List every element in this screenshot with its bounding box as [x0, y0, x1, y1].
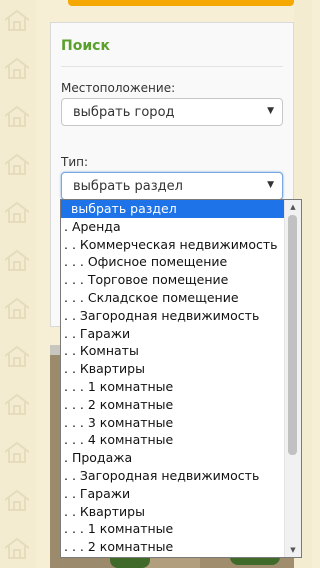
dropdown-option[interactable]: . . Комнаты — [61, 342, 301, 360]
dropdown-option[interactable]: . . Квартиры — [61, 503, 301, 521]
house-icon — [2, 56, 32, 80]
top-button[interactable] — [68, 0, 294, 6]
type-select[interactable]: выбрать раздел ▼ — [61, 172, 283, 200]
location-label: Местоположение: — [61, 81, 176, 95]
house-icon — [2, 152, 32, 176]
dropdown-option[interactable]: . . . Торговое помещение — [61, 271, 301, 289]
house-icon — [2, 8, 32, 32]
house-icon — [2, 248, 32, 272]
house-icon — [2, 104, 32, 128]
scroll-up-icon[interactable]: ▲ — [285, 200, 301, 214]
panel-title: Поиск — [61, 38, 110, 54]
dropdown-option[interactable]: . . Коммерческая недвижимость — [61, 236, 301, 254]
house-icon — [2, 536, 32, 560]
chevron-down-icon: ▼ — [267, 106, 274, 116]
dropdown-option[interactable]: . . . 4 комнатные — [61, 431, 301, 449]
dropdown-option[interactable]: . . Загородная недвижимость — [61, 307, 301, 325]
house-icon — [2, 344, 32, 368]
dropdown-option[interactable]: . . Квартиры — [61, 360, 301, 378]
scrollbar-thumb[interactable] — [288, 215, 297, 455]
dropdown-option[interactable]: . . . 2 комнатные — [61, 538, 301, 556]
dropdown-option[interactable]: . . Гаражи — [61, 485, 301, 503]
scroll-down-icon[interactable]: ▼ — [285, 543, 301, 557]
dropdown-option[interactable]: . . . 2 комнатные — [61, 396, 301, 414]
type-dropdown-list[interactable]: выбрать раздел. Аренда. . Коммерческая н… — [60, 199, 302, 558]
location-select-value: выбрать город — [73, 105, 175, 120]
dropdown-option[interactable]: . . . 1 комнатные — [61, 520, 301, 538]
dropdown-option[interactable]: . Аренда — [61, 218, 301, 236]
house-icon — [2, 296, 32, 320]
location-select[interactable]: выбрать город ▼ — [61, 98, 283, 126]
divider — [61, 66, 283, 67]
house-icon — [2, 392, 32, 416]
dropdown-option[interactable]: . . . 3 комнатные — [61, 414, 301, 432]
dropdown-option[interactable]: . Продажа — [61, 449, 301, 467]
background-pattern — [0, 0, 36, 568]
dropdown-option[interactable]: . . . 1 комнатные — [61, 378, 301, 396]
house-icon — [2, 488, 32, 512]
chevron-down-icon: ▼ — [267, 180, 274, 190]
dropdown-option[interactable]: . . . Офисное помещение — [61, 253, 301, 271]
type-select-value: выбрать раздел — [73, 179, 183, 194]
house-icon — [2, 200, 32, 224]
dropdown-option[interactable]: . . Гаражи — [61, 325, 301, 343]
scrollbar[interactable]: ▲ ▼ — [284, 200, 301, 557]
dropdown-option[interactable]: . . Загородная недвижимость — [61, 467, 301, 485]
dropdown-option[interactable]: выбрать раздел — [61, 200, 301, 218]
dropdown-option[interactable]: . . . Складское помещение — [61, 289, 301, 307]
house-icon — [2, 440, 32, 464]
type-label: Тип: — [61, 155, 89, 169]
